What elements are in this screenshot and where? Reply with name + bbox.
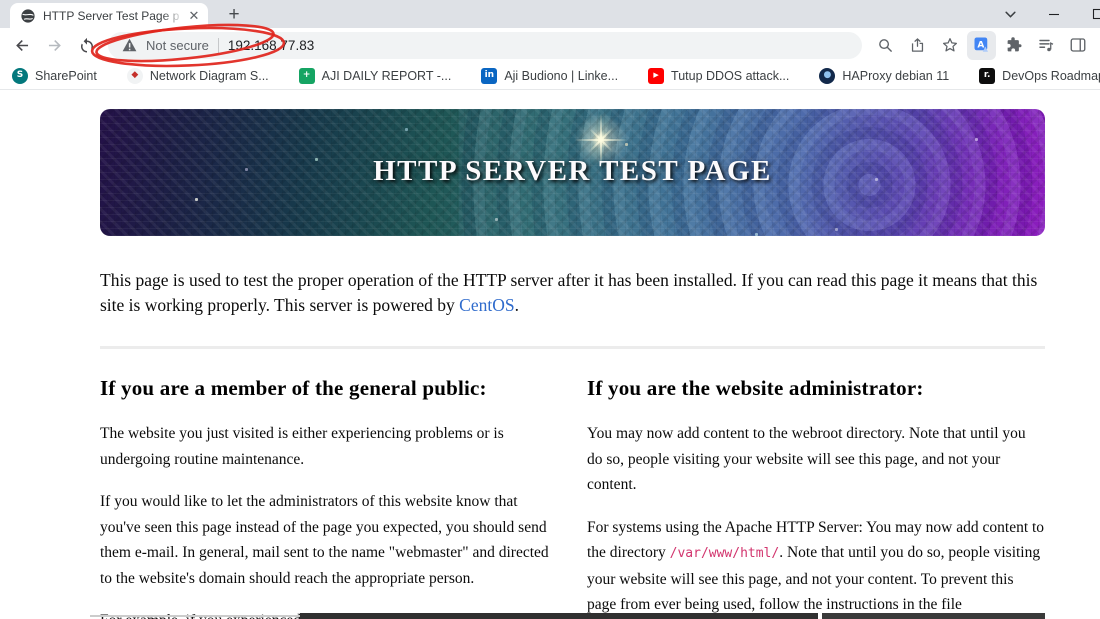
youtube-icon: ▶: [648, 67, 665, 84]
bookmark-sharepoint[interactable]: S SharePoint: [12, 67, 97, 84]
new-tab-button[interactable]: +: [222, 3, 246, 27]
share-icon[interactable]: [903, 31, 932, 60]
clipped-content-sliver: [822, 613, 1045, 619]
general-public-column: If you are a member of the general publi…: [100, 376, 558, 619]
tab-title: HTTP Server Test Page powered: [43, 8, 179, 23]
sharepoint-icon: S: [12, 67, 28, 84]
bookmark-aji-daily-report[interactable]: + AJI DAILY REPORT -...: [298, 67, 452, 84]
youtube-icon-glyph: ▶: [653, 71, 659, 79]
test-page-banner: HTTP SERVER TEST PAGE: [100, 109, 1045, 236]
linkedin-icon-glyph: in: [484, 70, 495, 80]
window-maximize-button[interactable]: [1088, 4, 1100, 24]
horizontal-rule: [100, 346, 1045, 349]
bookmark-network-diagram[interactable]: ◆ Network Diagram S...: [126, 67, 269, 84]
browser-toolbar: Not secure 192.168.77.83 A: [0, 28, 1100, 62]
bookmarks-bar: S SharePoint ◆ Network Diagram S... + AJ…: [0, 62, 1100, 90]
tab-search-chevron-icon[interactable]: [1000, 4, 1020, 24]
sharepoint-icon-glyph: S: [16, 70, 24, 80]
intro-paragraph: This page is used to test the proper ope…: [100, 268, 1045, 318]
diagram-icon-glyph: ◆: [131, 70, 139, 80]
bookmark-label: HAProxy debian 11: [842, 68, 950, 83]
clipped-content-sliver: [300, 613, 818, 619]
administrator-column: If you are the website administrator: Yo…: [587, 376, 1045, 619]
omnibox-separator: [217, 37, 219, 53]
bookmark-devops-roadmap[interactable]: r. DevOps Roadmap:...: [979, 67, 1100, 84]
diagram-icon: ◆: [126, 67, 143, 84]
globe-favicon-icon: [20, 8, 36, 24]
google-sheets-icon-glyph: +: [302, 70, 311, 80]
svg-text:A: A: [977, 40, 984, 50]
tab-close-icon[interactable]: ✕: [186, 8, 202, 24]
bookmark-star-icon[interactable]: [935, 31, 964, 60]
browser-tab[interactable]: HTTP Server Test Page powered ✕: [10, 3, 208, 28]
bookmark-label: Aji Budiono | Linke...: [504, 68, 619, 83]
general-public-heading: If you are a member of the general publi…: [100, 376, 487, 400]
bookmark-youtube[interactable]: ▶ Tutup DDOS attack...: [648, 67, 790, 84]
haproxy-icon: ●: [819, 67, 836, 84]
translate-extension-icon[interactable]: A: [967, 30, 996, 60]
media-controls-icon[interactable]: [1031, 31, 1060, 60]
window-minimize-button[interactable]: [1044, 4, 1064, 24]
reload-button[interactable]: [72, 31, 101, 60]
url-text[interactable]: 192.168.77.83: [228, 38, 314, 53]
extensions-puzzle-icon[interactable]: [999, 31, 1028, 60]
clipped-content-sliver: [90, 615, 300, 617]
roadmap-icon-glyph: r.: [983, 70, 991, 80]
not-secure-warning-icon[interactable]: [122, 38, 137, 52]
intro-text: This page is used to test the proper ope…: [100, 270, 1038, 315]
administrator-heading: If you are the website administrator:: [587, 376, 924, 400]
bookmark-haproxy[interactable]: ● HAProxy debian 11: [819, 67, 950, 84]
paragraph: The website you just visited is either e…: [100, 425, 504, 468]
bookmark-linkedin[interactable]: in Aji Budiono | Linke...: [481, 67, 619, 84]
roadmap-icon: r.: [979, 67, 996, 84]
security-label[interactable]: Not secure: [146, 38, 209, 53]
address-bar[interactable]: Not secure 192.168.77.83: [108, 31, 862, 59]
linkedin-icon: in: [481, 67, 498, 84]
bookmark-label: DevOps Roadmap:...: [1002, 68, 1100, 83]
side-panel-icon[interactable]: [1063, 31, 1092, 60]
browser-window: HTTP Server Test Page powered ✕ +: [0, 0, 1100, 619]
search-icon[interactable]: [871, 31, 900, 60]
paragraph: If you would like to let the administrat…: [100, 493, 549, 587]
bookmark-label: AJI DAILY REPORT -...: [321, 68, 452, 83]
bookmark-label: Tutup DDOS attack...: [671, 68, 790, 83]
page-title: HTTP SERVER TEST PAGE: [373, 154, 772, 187]
tab-strip: HTTP Server Test Page powered ✕ +: [0, 0, 1100, 28]
paragraph: For systems using the Apache HTTP Server…: [587, 515, 1045, 619]
code-path: /var/www/html/: [669, 546, 780, 561]
google-sheets-icon: +: [298, 67, 315, 84]
intro-text-end: .: [514, 295, 519, 315]
bookmark-label: SharePoint: [35, 68, 97, 83]
forward-button[interactable]: [40, 31, 69, 60]
banner-sparkles: [194, 197, 198, 201]
centos-link[interactable]: CentOS: [459, 295, 514, 315]
page-content: HTTP SERVER TEST PAGE This page is used …: [0, 90, 1100, 619]
paragraph: You may now add content to the webroot d…: [587, 425, 1026, 493]
tab-title-fade: [162, 5, 184, 26]
bookmark-label: Network Diagram S...: [149, 68, 269, 83]
back-button[interactable]: [8, 31, 37, 60]
haproxy-icon-glyph: ●: [823, 70, 832, 80]
